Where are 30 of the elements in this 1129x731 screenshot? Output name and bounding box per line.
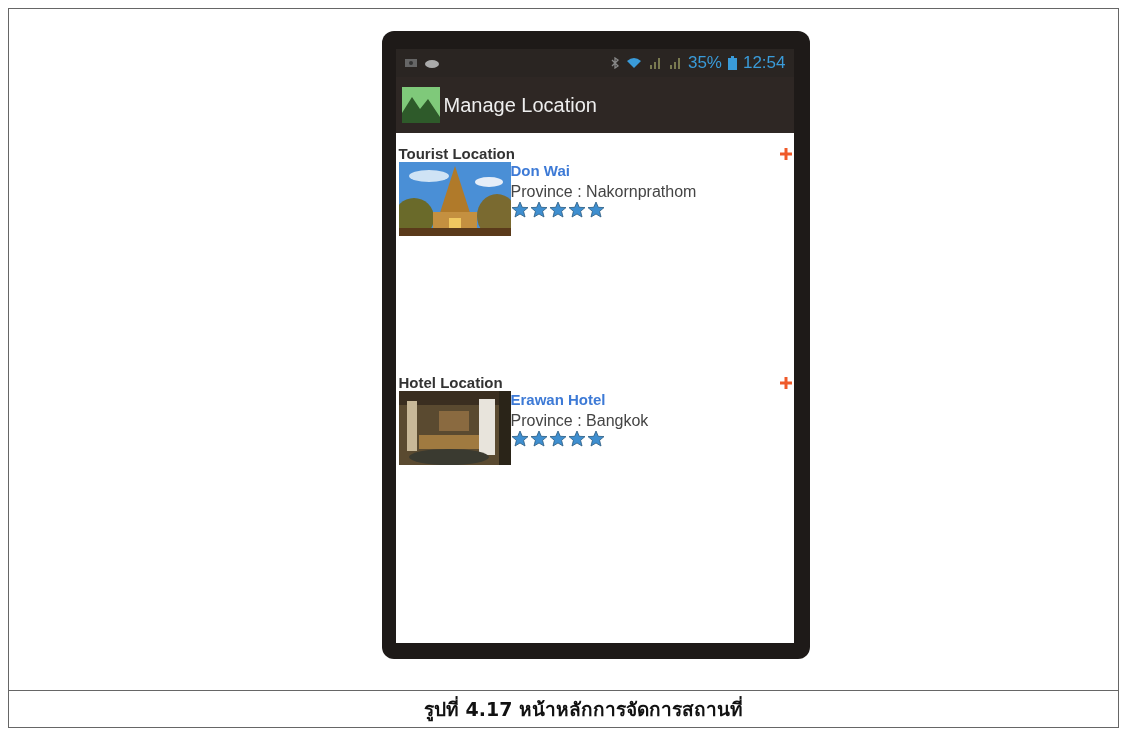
province-text: Province : Bangkok (510, 412, 649, 430)
bluetooth-icon (609, 57, 620, 69)
battery-percent: 35% (687, 53, 722, 73)
star-icon (586, 430, 605, 447)
star-icon (586, 201, 605, 218)
section-title: Tourist Location (398, 145, 515, 162)
mountain-icon (401, 87, 440, 123)
star-icon (529, 430, 548, 447)
star-icon (548, 201, 567, 218)
wifi-icon (625, 57, 642, 69)
section-title: Hotel Location (398, 374, 503, 391)
location-name[interactable]: Don Wai (510, 162, 570, 179)
figure-caption: รูปที่ 4.17 หน้าหลักการจัดการสถานที่ (423, 695, 744, 724)
star-icon (548, 430, 567, 447)
signal-icon (667, 57, 682, 69)
clock-time: 12:54 (742, 53, 786, 73)
star-icon (529, 201, 548, 218)
screen-title: Manage Location (443, 93, 597, 117)
battery-icon (727, 56, 737, 70)
star-icon (510, 430, 529, 447)
signal-icon (647, 57, 662, 69)
star-icon (510, 201, 529, 218)
star-icon (567, 201, 586, 218)
cloud-icon (423, 58, 440, 68)
star-icon (567, 430, 586, 447)
image-icon (403, 58, 418, 68)
province-text: Province : Nakornprathom (510, 183, 697, 201)
add-icon[interactable] (779, 376, 792, 389)
location-name[interactable]: Erawan Hotel (510, 391, 606, 408)
add-icon[interactable] (779, 147, 792, 160)
